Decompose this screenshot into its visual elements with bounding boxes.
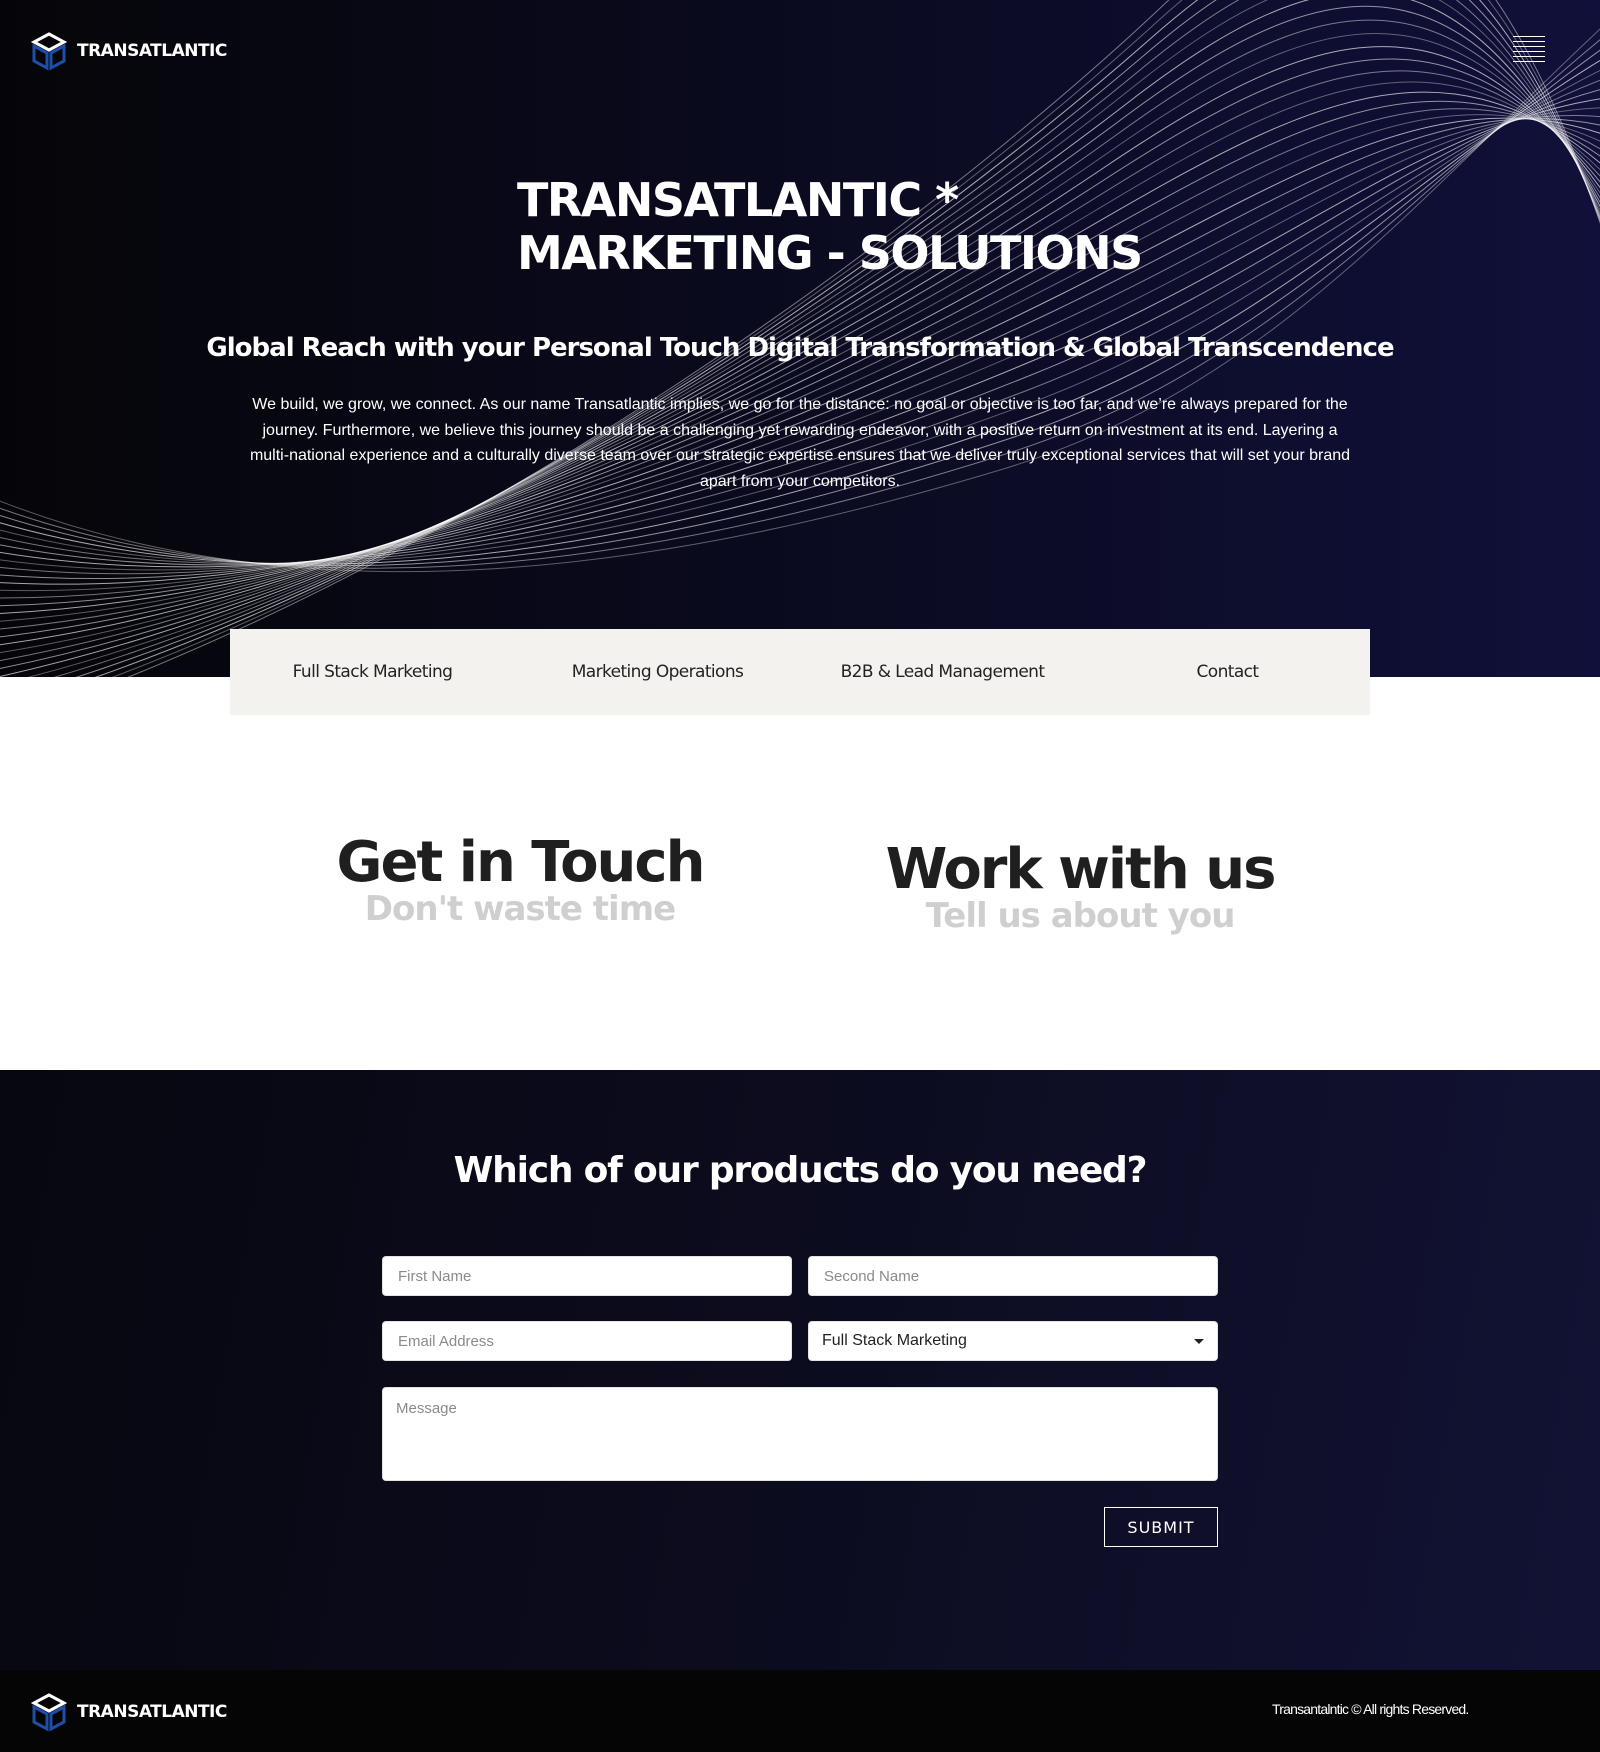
get-in-touch-block: Get in Touch Don't waste time bbox=[320, 830, 720, 929]
work-with-us-title: Work with us bbox=[885, 837, 1277, 902]
copyright-text: Transantalntic © All rights Reserved. bbox=[1272, 1701, 1469, 1717]
second-name-field[interactable] bbox=[808, 1256, 1218, 1296]
header-logo[interactable]: TRANSATLANTIC bbox=[29, 31, 227, 71]
wave-line bbox=[0, 98, 1600, 568]
footer-logo[interactable]: TRANSATLANTIC bbox=[29, 1692, 227, 1732]
message-field[interactable] bbox=[382, 1387, 1218, 1481]
email-field[interactable] bbox=[382, 1321, 792, 1361]
contact-form-section: Which of our products do you need? Full … bbox=[0, 1070, 1600, 1670]
get-in-touch-subtitle: Don't waste time bbox=[364, 889, 676, 929]
hero-title: TRANSATLANTIC * MARKETING - SOLUTIONS bbox=[517, 173, 1143, 280]
hero-subtitle: Global Reach with your Personal Touch Di… bbox=[206, 333, 1394, 363]
product-select-value: Full Stack Marketing bbox=[822, 1332, 967, 1349]
brand-name: TRANSATLANTIC bbox=[77, 1702, 227, 1722]
form-title: Which of our products do you need? bbox=[453, 1150, 1148, 1191]
hero-title-line2: MARKETING - SOLUTIONS bbox=[517, 226, 1143, 280]
hero-title-line1: TRANSATLANTIC * bbox=[517, 173, 959, 227]
product-select[interactable]: Full Stack Marketing bbox=[808, 1321, 1218, 1361]
hamburger-menu-icon[interactable] bbox=[1513, 36, 1545, 66]
get-in-touch-title: Get in Touch bbox=[336, 830, 706, 895]
hero-section: TRANSATLANTIC TRANSATLANTIC * MARKETING … bbox=[0, 0, 1600, 677]
work-with-us-subtitle: Tell us about you bbox=[925, 896, 1236, 936]
brand-name: TRANSATLANTIC bbox=[77, 41, 227, 61]
cube-logo-icon bbox=[30, 1693, 68, 1732]
nav-item-full-stack-marketing[interactable]: Full Stack Marketing bbox=[230, 662, 515, 682]
nav-item-b2b-lead-management[interactable]: B2B & Lead Management bbox=[800, 662, 1085, 682]
footer: TRANSATLANTIC Transantalntic © All right… bbox=[0, 1670, 1600, 1752]
first-name-field[interactable] bbox=[382, 1256, 792, 1296]
work-with-us-block: Work with us Tell us about you bbox=[880, 837, 1280, 936]
hero-description: We build, we grow, we connect. As our na… bbox=[249, 396, 1351, 490]
caret-down-icon bbox=[1194, 1338, 1204, 1344]
nav-item-contact[interactable]: Contact bbox=[1085, 662, 1370, 682]
nav-item-marketing-operations[interactable]: Marketing Operations bbox=[515, 662, 800, 682]
cube-logo-icon bbox=[30, 32, 68, 71]
submit-button[interactable]: SUBMIT bbox=[1104, 1507, 1218, 1547]
services-nav: Full Stack Marketing Marketing Operation… bbox=[230, 629, 1370, 715]
